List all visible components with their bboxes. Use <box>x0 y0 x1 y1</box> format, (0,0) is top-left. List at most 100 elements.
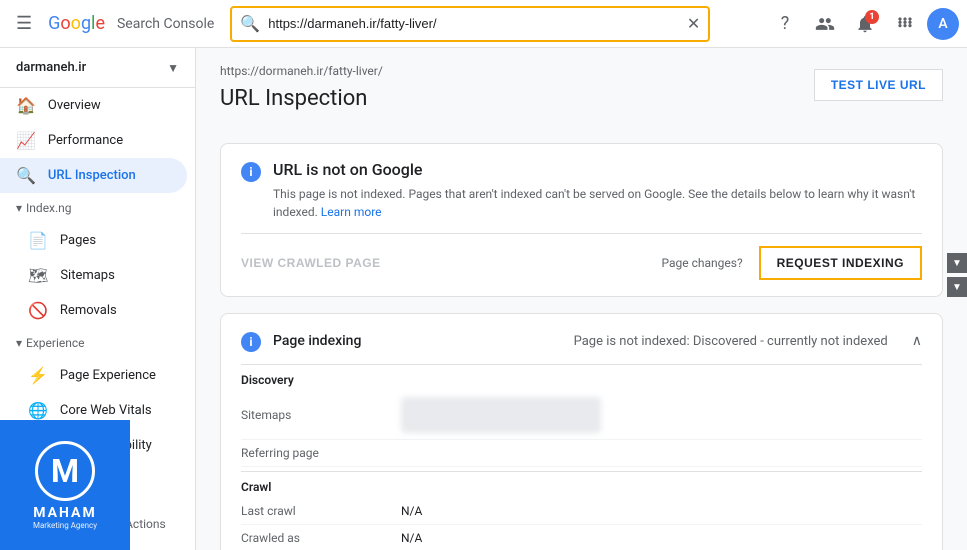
last-crawl-label: Last crawl <box>241 504 401 518</box>
scroll-up-arrow[interactable]: ▼ <box>947 253 967 273</box>
experience-expand-icon: ▾ <box>16 336 22 350</box>
last-crawl-value: N/A <box>401 504 422 518</box>
sitemaps-icon: 🗺 <box>28 266 48 285</box>
layout: darmaneh.ir ▼ 🏠 Overview 📈 Performance 🔍… <box>0 48 967 550</box>
watermark-sub: Marketing Agency <box>33 521 97 530</box>
indexing-header: i Page indexing Page is not indexed: Dis… <box>241 330 922 352</box>
sidebar-item-pages[interactable]: 📄 Pages <box>0 223 187 258</box>
sidebar-label-sitemaps: Sitemaps <box>60 268 115 283</box>
sidebar-label-removals: Removals <box>60 303 117 318</box>
sidebar-item-page-experience[interactable]: ⚡ Page Experience <box>0 358 187 393</box>
sidebar-item-removals[interactable]: 🚫 Removals <box>0 293 187 328</box>
sidebar-item-performance[interactable]: 📈 Performance <box>0 123 187 158</box>
status-header: i URL is not on Google This page is not … <box>241 160 922 221</box>
clear-icon[interactable]: ✕ <box>687 14 700 33</box>
indexing-expand-icon: ▾ <box>16 201 22 215</box>
scroll-down-arrow[interactable]: ▼ <box>947 277 967 297</box>
users-icon <box>815 14 835 34</box>
logo-g: G <box>48 13 60 34</box>
experience-section-label: Experience <box>26 336 85 350</box>
crawled-as-row: Crawled as N/A <box>241 525 922 550</box>
property-selector[interactable]: darmaneh.ir ▼ <box>0 48 195 88</box>
sitemaps-label: Sitemaps <box>241 408 401 422</box>
avatar[interactable]: A <box>927 8 959 40</box>
users-icon-button[interactable] <box>807 6 843 42</box>
status-content: URL is not on Google This page is not in… <box>273 160 922 221</box>
collapse-button[interactable]: ∧ <box>912 333 922 349</box>
search-icon: 🔍 <box>240 14 260 33</box>
logo-g2: g <box>81 13 91 34</box>
page-changes-text: Page changes? <box>662 256 743 270</box>
indexing-info-icon: i <box>241 332 261 352</box>
sidebar-label-overview: Overview <box>48 98 101 113</box>
page-experience-icon: ⚡ <box>28 366 48 385</box>
main-content: https://dormaneh.ir/fatty-liver/ URL Ins… <box>196 48 967 550</box>
search-bar-container: 🔍 ✕ <box>230 6 710 42</box>
performance-icon: 📈 <box>16 131 36 150</box>
core-web-vitals-icon: 🌐 <box>28 401 48 420</box>
right-actions: Page changes? REQUEST INDEXING <box>662 246 922 280</box>
watermark-brand: MAHAM <box>33 505 96 521</box>
grid-icon-button[interactable] <box>887 6 923 42</box>
info-icon: i <box>241 162 261 182</box>
request-indexing-button[interactable]: REQUEST INDEXING <box>759 246 922 280</box>
search-bar: 🔍 ✕ <box>230 6 710 42</box>
property-name: darmaneh.ir <box>16 60 86 75</box>
header-right: ? 1 A <box>767 6 959 42</box>
sidebar-item-url-inspection[interactable]: 🔍 URL Inspection <box>0 158 187 193</box>
discovery-section-label: Discovery <box>241 364 922 391</box>
sidebar-item-overview[interactable]: 🏠 Overview <box>0 88 187 123</box>
grid-icon <box>895 14 915 34</box>
learn-more-link[interactable]: Learn more <box>321 205 382 219</box>
watermark: M MAHAM Marketing Agency <box>0 420 130 550</box>
test-live-url-button[interactable]: TEST LIVE URL <box>814 69 943 101</box>
sidebar-section-experience[interactable]: ▾ Experience <box>0 328 195 358</box>
indexing-section-status: Page is not indexed: Discovered - curren… <box>574 334 888 349</box>
app-name: Search Console <box>117 16 214 32</box>
sidebar-label-core-web-vitals: Core Web Vitals <box>60 403 152 418</box>
status-description: This page is not indexed. Pages that are… <box>273 185 922 221</box>
status-actions: VIEW CRAWLED PAGE Page changes? REQUEST … <box>241 233 922 280</box>
help-icon-button[interactable]: ? <box>767 6 803 42</box>
indexing-section-label: Index.ng <box>26 201 72 215</box>
last-crawl-row: Last crawl N/A <box>241 498 922 525</box>
status-card: i URL is not on Google This page is not … <box>220 143 943 297</box>
logo-o2: o <box>71 13 81 34</box>
crawled-as-value: N/A <box>401 531 422 545</box>
pages-icon: 📄 <box>28 231 48 250</box>
referring-page-label: Referring page <box>241 446 401 460</box>
sidebar-item-sitemaps[interactable]: 🗺 Sitemaps <box>0 258 187 293</box>
sidebar-label-pages: Pages <box>60 233 96 248</box>
watermark-circle: M <box>35 441 95 501</box>
page-title: URL Inspection <box>220 86 367 111</box>
header: ☰ G o o g l e Search Console 🔍 ✕ ? 1 <box>0 0 967 48</box>
hamburger-icon[interactable]: ☰ <box>8 5 40 42</box>
overview-icon: 🏠 <box>16 96 36 115</box>
referring-page-row: Referring page <box>241 440 922 467</box>
crawled-as-label: Crawled as <box>241 531 401 545</box>
url-search-input[interactable] <box>268 16 687 31</box>
notifications-icon-button[interactable]: 1 <box>847 6 883 42</box>
header-left: ☰ G o o g l e Search Console <box>8 5 214 42</box>
url-inspection-icon: 🔍 <box>16 166 36 185</box>
crawl-section-label: Crawl <box>241 471 922 498</box>
sidebar-label-url-inspection: URL Inspection <box>48 168 136 183</box>
dropdown-arrow: ▼ <box>167 61 179 75</box>
indexing-card: i Page indexing Page is not indexed: Dis… <box>220 313 943 550</box>
status-title: URL is not on Google <box>273 160 922 179</box>
removals-icon: 🚫 <box>28 301 48 320</box>
notification-badge: 1 <box>865 10 879 24</box>
indexing-details: Discovery Sitemaps Referring page Crawl … <box>241 364 922 550</box>
sitemaps-row: Sitemaps <box>241 391 922 440</box>
sitemaps-value-blurred <box>401 397 601 433</box>
indexing-section-title: Page indexing <box>273 333 361 349</box>
scroll-arrows: ▼ ▼ <box>947 253 967 297</box>
sidebar-label-page-experience: Page Experience <box>60 368 156 383</box>
view-crawled-button[interactable]: VIEW CRAWLED PAGE <box>241 256 381 270</box>
logo-e: e <box>95 13 105 34</box>
help-icon: ? <box>781 13 790 34</box>
google-logo: G o o g l e <box>48 13 105 34</box>
logo-o1: o <box>60 13 70 34</box>
sidebar-section-indexing[interactable]: ▾ Index.ng <box>0 193 195 223</box>
sidebar-label-performance: Performance <box>48 133 123 148</box>
